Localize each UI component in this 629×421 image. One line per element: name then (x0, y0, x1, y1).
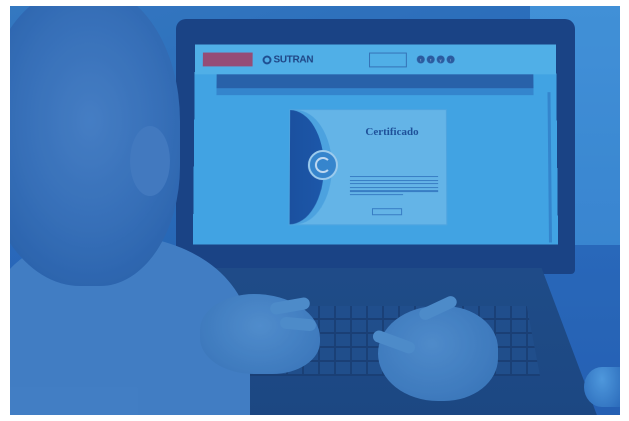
site-logo[interactable]: SUTRAN (262, 54, 314, 65)
site-logo-text: SUTRAN (273, 54, 314, 65)
certificate-body (349, 176, 439, 198)
laptop-screen: SUTRAN t f y i Certificado (192, 44, 559, 245)
certificate-preview: Certificado (289, 110, 447, 225)
breadcrumb-bar (216, 88, 534, 96)
certificate-title: Certificado (365, 126, 419, 139)
person-ear (130, 126, 170, 196)
site-navbar (216, 74, 534, 89)
hotline-box[interactable] (368, 52, 407, 67)
facebook-icon[interactable]: f (426, 55, 435, 64)
instagram-icon[interactable]: i (446, 55, 455, 64)
certificate-signature-box (371, 208, 403, 216)
photo: SUTRAN t f y i Certificado (10, 6, 620, 415)
youtube-icon[interactable]: y (436, 55, 445, 64)
seal-icon (307, 149, 338, 181)
left-hand (200, 294, 320, 374)
right-hand (371, 294, 498, 401)
twitter-icon[interactable]: t (416, 55, 425, 64)
logo-mark-icon (262, 55, 272, 64)
government-badge (202, 52, 253, 67)
site-header: SUTRAN t f y i (194, 44, 557, 75)
social-links: t f y i (416, 55, 455, 64)
coffee-mug (584, 367, 620, 407)
page-scrollbar[interactable] (547, 92, 553, 243)
